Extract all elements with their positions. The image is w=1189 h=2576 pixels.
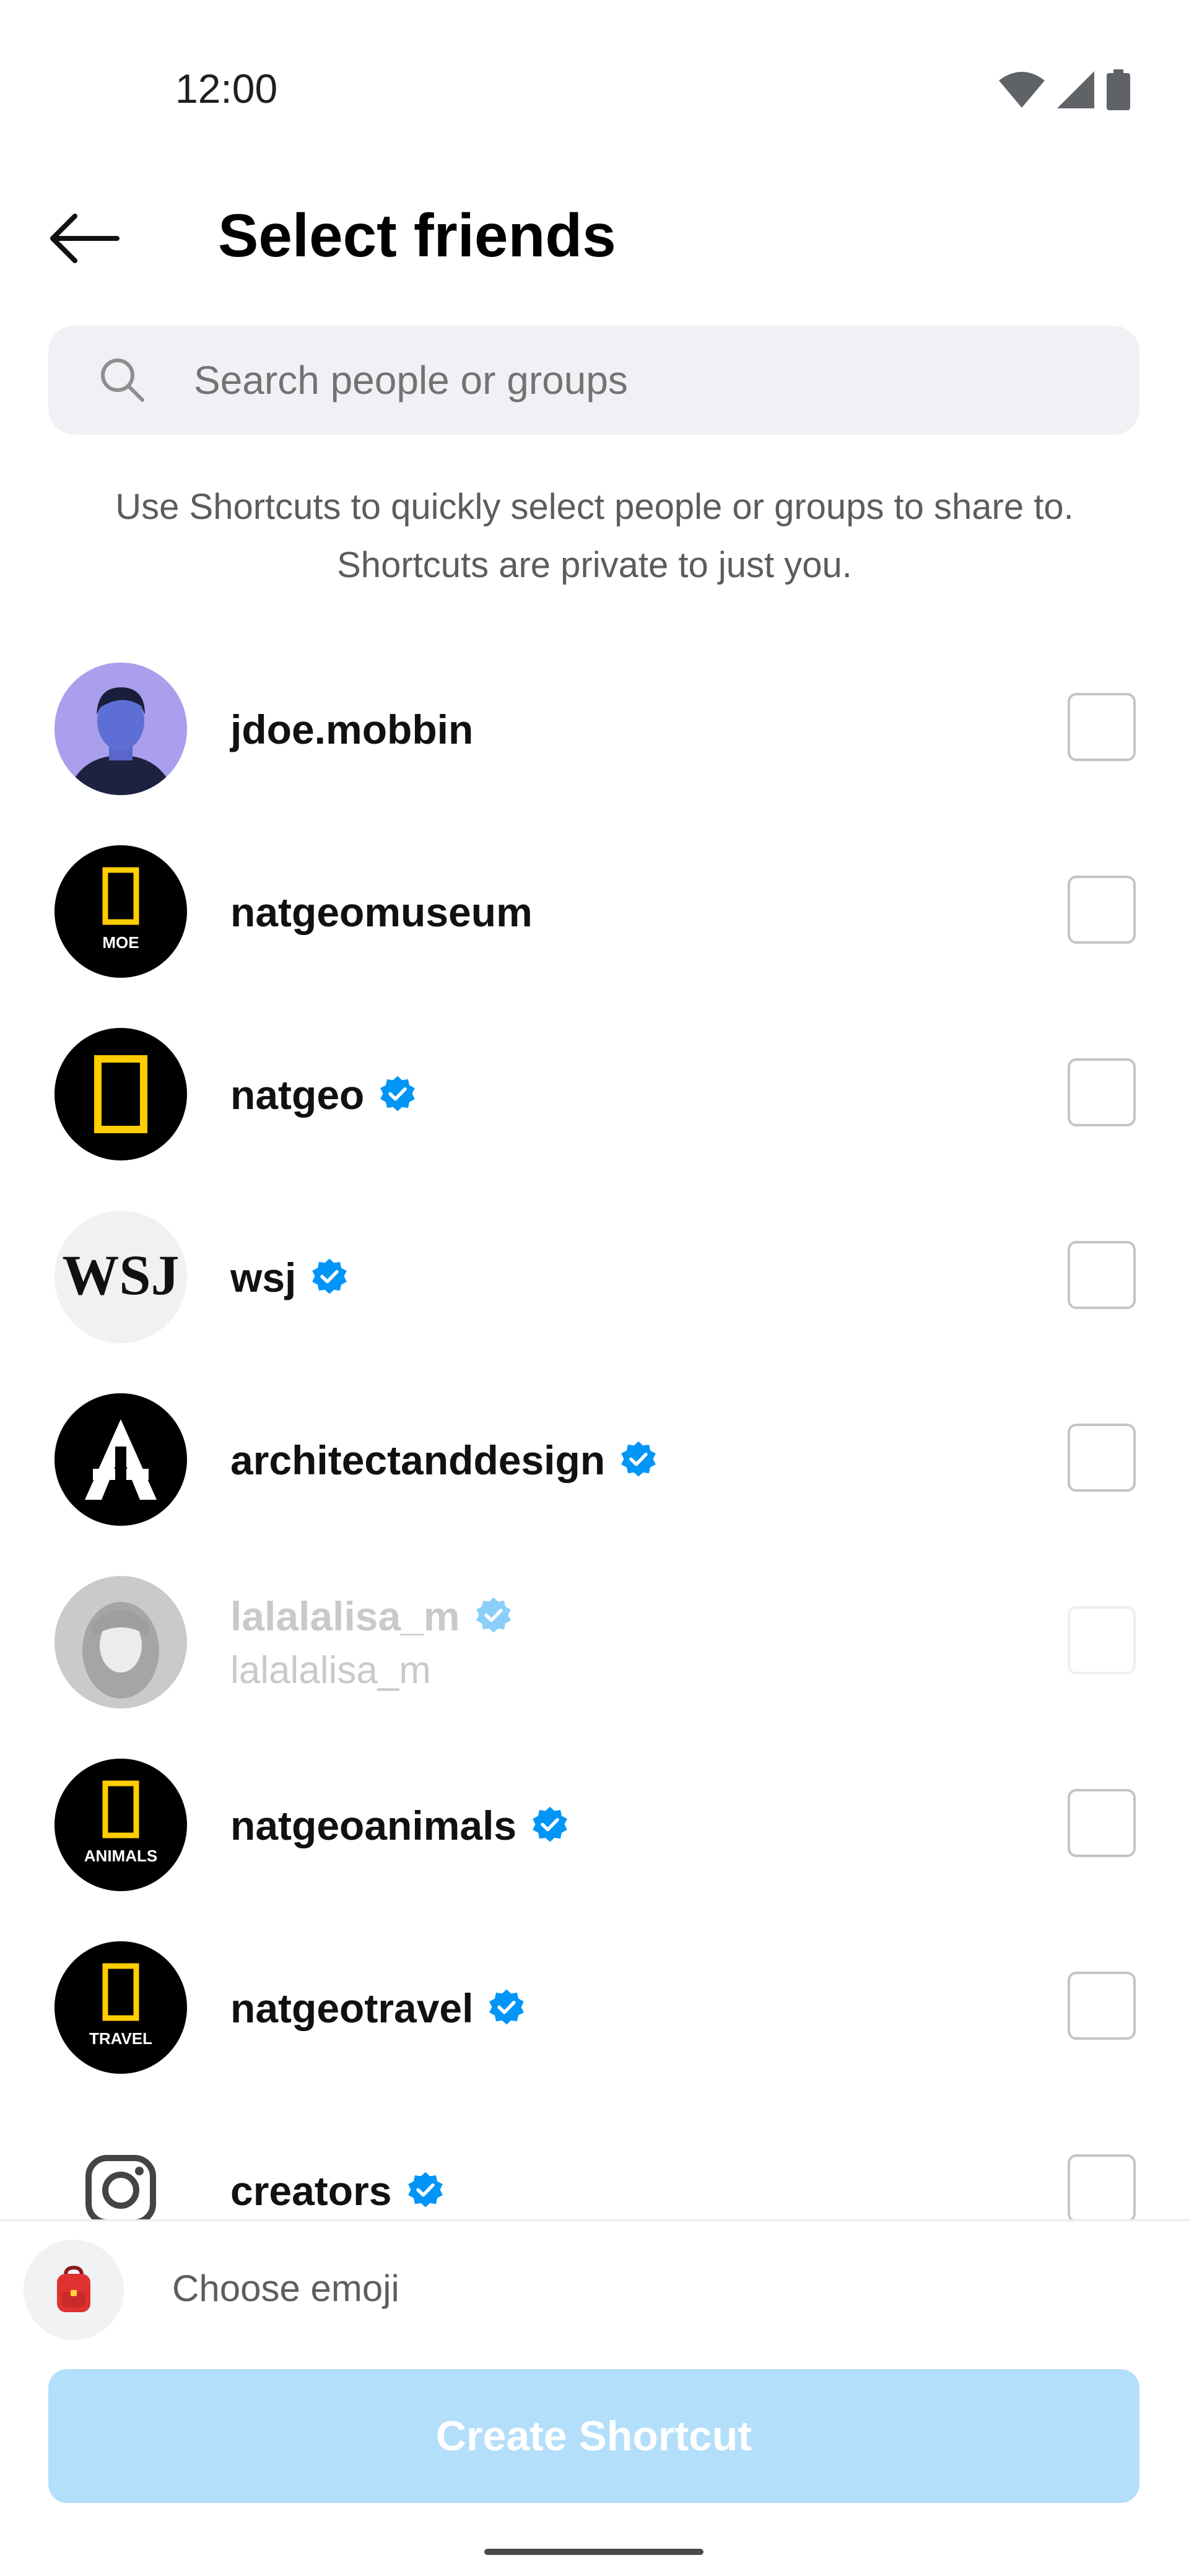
wifi-icon [999,72,1045,108]
avatar [54,1028,187,1160]
username: lalalalisa_m [230,1593,460,1639]
choose-emoji-label[interactable]: Choose emoji [172,2221,399,2356]
verified-badge-icon [489,1989,525,2025]
list-item[interactable]: creators [0,2099,1189,2220]
list-item[interactable]: MOE natgeomuseum [0,820,1189,1003]
status-icons [999,68,1130,111]
friends-list: jdoe.mobbin MOE natgeomuseum natgeo WSJ … [0,638,1189,2220]
list-item[interactable]: architectanddesign [0,1368,1189,1551]
header: Select friends [0,186,1189,285]
select-checkbox[interactable] [1068,1241,1136,1309]
avatar-caption: TRAVEL [89,2029,152,2048]
list-item[interactable]: ANIMALS natgeoanimals [0,1734,1189,1917]
create-shortcut-button[interactable]: Create Shortcut [48,2369,1139,2503]
username: natgeomuseum [230,889,533,935]
search-icon [101,359,144,402]
avatar: ANIMALS [54,1759,187,1891]
list-item[interactable]: natgeo [0,1003,1189,1186]
hint-line-2: Shortcuts are private to just you. [337,545,852,585]
avatar: WSJ [54,1211,187,1343]
list-item[interactable]: jdoe.mobbin [0,638,1189,820]
verified-badge-icon [476,1597,511,1633]
select-checkbox[interactable] [1068,1058,1136,1126]
hint-line-1: Use Shortcuts to quickly select people o… [115,487,1074,527]
status-time: 12:00 [175,66,278,111]
verified-badge-icon [407,2172,443,2208]
verified-badge-icon [312,1258,347,1294]
username: jdoe.mobbin [230,706,474,752]
list-item: lalalalisa_m lalalalisa_m [0,1551,1189,1734]
avatar-caption: ANIMALS [84,1847,157,1865]
page-title: Select friends [218,201,616,269]
avatar: TRAVEL [54,1941,187,2074]
cellular-signal-icon [1057,71,1094,108]
username: architectanddesign [230,1437,606,1483]
search-input[interactable] [194,326,1110,435]
battery-icon [1107,69,1130,110]
username: creators [230,2167,392,2214]
user-fullname: lalalalisa_m [230,1649,431,1692]
avatar-text: WSJ [62,1243,179,1307]
emoji-button[interactable] [24,2240,124,2340]
search-bar[interactable] [48,326,1139,435]
select-checkbox[interactable] [1068,1424,1136,1492]
select-checkbox [1068,1606,1136,1674]
avatar-caption: MOE [102,933,139,952]
verified-badge-icon [621,1441,656,1477]
select-checkbox[interactable] [1068,693,1136,761]
avatar [54,2124,187,2220]
username: natgeoanimals [230,1802,517,1848]
choose-emoji-row[interactable]: Choose emoji [0,2221,1189,2356]
select-checkbox[interactable] [1068,1972,1136,2040]
select-checkbox[interactable] [1068,876,1136,944]
back-button[interactable] [43,211,124,266]
select-checkbox[interactable] [1068,2154,1136,2220]
avatar [54,663,187,795]
verified-badge-icon [533,1806,567,1842]
backpack-icon [57,2265,90,2312]
avatar: MOE [54,845,187,978]
back-arrow-icon [50,214,120,263]
list-item[interactable]: WSJ wsj [0,1186,1189,1368]
home-indicator[interactable] [484,2549,703,2555]
avatar [54,1393,187,1526]
avatar [54,1576,187,1708]
shortcuts-hint: Use Shortcuts to quickly select people o… [62,478,1127,594]
username: natgeotravel [230,1985,474,2031]
verified-badge-icon [380,1076,416,1112]
username: wsj [230,1254,297,1300]
select-checkbox[interactable] [1068,1789,1136,1857]
list-item[interactable]: TRAVEL natgeotravel [0,1917,1189,2099]
status-bar: 12:00 [0,0,1189,186]
username: natgeo [230,1071,365,1118]
